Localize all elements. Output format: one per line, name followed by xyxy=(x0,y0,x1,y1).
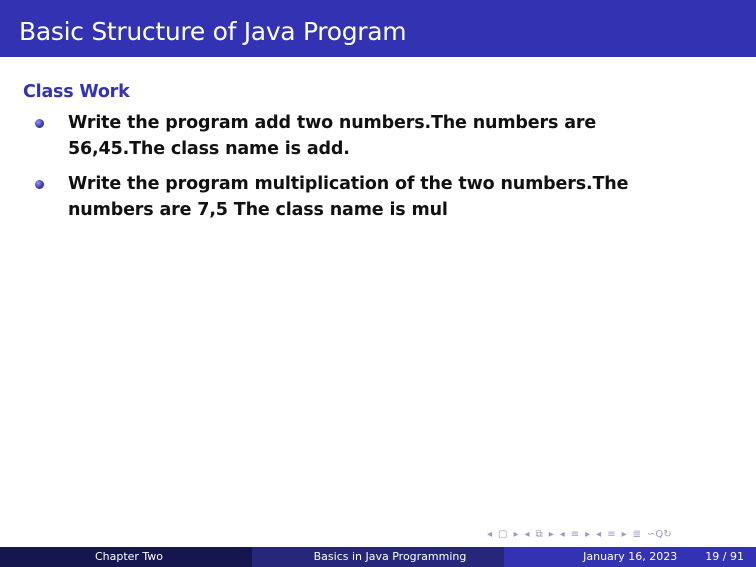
bullet-icon xyxy=(35,180,44,189)
footer-date-page: January 16, 2023 19 / 91 xyxy=(504,547,756,567)
nav-align-icon[interactable]: ≣ xyxy=(633,529,641,540)
nav-subsection-icon[interactable]: ⧉ xyxy=(536,529,543,540)
nav-right-arrow-icon[interactable]: ▸ xyxy=(513,529,518,540)
nav-left-arrow-icon[interactable]: ◂ xyxy=(596,529,601,540)
footer-date: January 16, 2023 xyxy=(583,550,678,563)
list-item: Write the program add two numbers.The nu… xyxy=(23,110,723,162)
footer-author: Chapter Two xyxy=(0,547,252,567)
nav-right-arrow-icon[interactable]: ▸ xyxy=(622,529,627,540)
list-item: Write the program multiplication of the … xyxy=(23,171,723,223)
nav-right-arrow-icon[interactable]: ▸ xyxy=(585,529,590,540)
beamer-navigation-bar: ◂ ▢ ▸ ◂ ⧉ ▸ ◂ ≡ ▸ ◂ ≡ ▸ ≣ ∽Q↻ xyxy=(487,527,672,541)
nav-list-icon[interactable]: ≡ xyxy=(607,529,615,540)
nav-frame-icon[interactable]: ▢ xyxy=(498,529,507,540)
nav-left-arrow-icon[interactable]: ◂ xyxy=(560,529,565,540)
list-item-line: 56,45.The class name is add. xyxy=(68,139,350,159)
slide-content: Class Work Write the program add two num… xyxy=(23,82,723,232)
slide-footer: Chapter Two Basics in Java Programming J… xyxy=(0,547,756,567)
bullet-icon xyxy=(35,119,44,128)
footer-page-number: 19 / 91 xyxy=(705,550,744,563)
list-item-line: numbers are 7,5 The class name is mul xyxy=(68,200,448,220)
block-title: Class Work xyxy=(23,82,130,102)
nav-right-arrow-icon[interactable]: ▸ xyxy=(549,529,554,540)
list-item-line: Write the program multiplication of the … xyxy=(68,174,629,194)
nav-search-icon[interactable]: ∽Q↻ xyxy=(647,529,672,540)
nav-left-arrow-icon[interactable]: ◂ xyxy=(487,529,492,540)
slide-title: Basic Structure of Java Program xyxy=(19,17,407,46)
bullet-list: Write the program add two numbers.The nu… xyxy=(23,110,723,223)
footer-title: Basics in Java Programming xyxy=(252,547,504,567)
nav-left-arrow-icon[interactable]: ◂ xyxy=(525,529,530,540)
list-item-line: Write the program add two numbers.The nu… xyxy=(68,113,597,133)
nav-section-icon[interactable]: ≡ xyxy=(571,529,579,540)
slide-title-bar: Basic Structure of Java Program xyxy=(0,0,756,57)
